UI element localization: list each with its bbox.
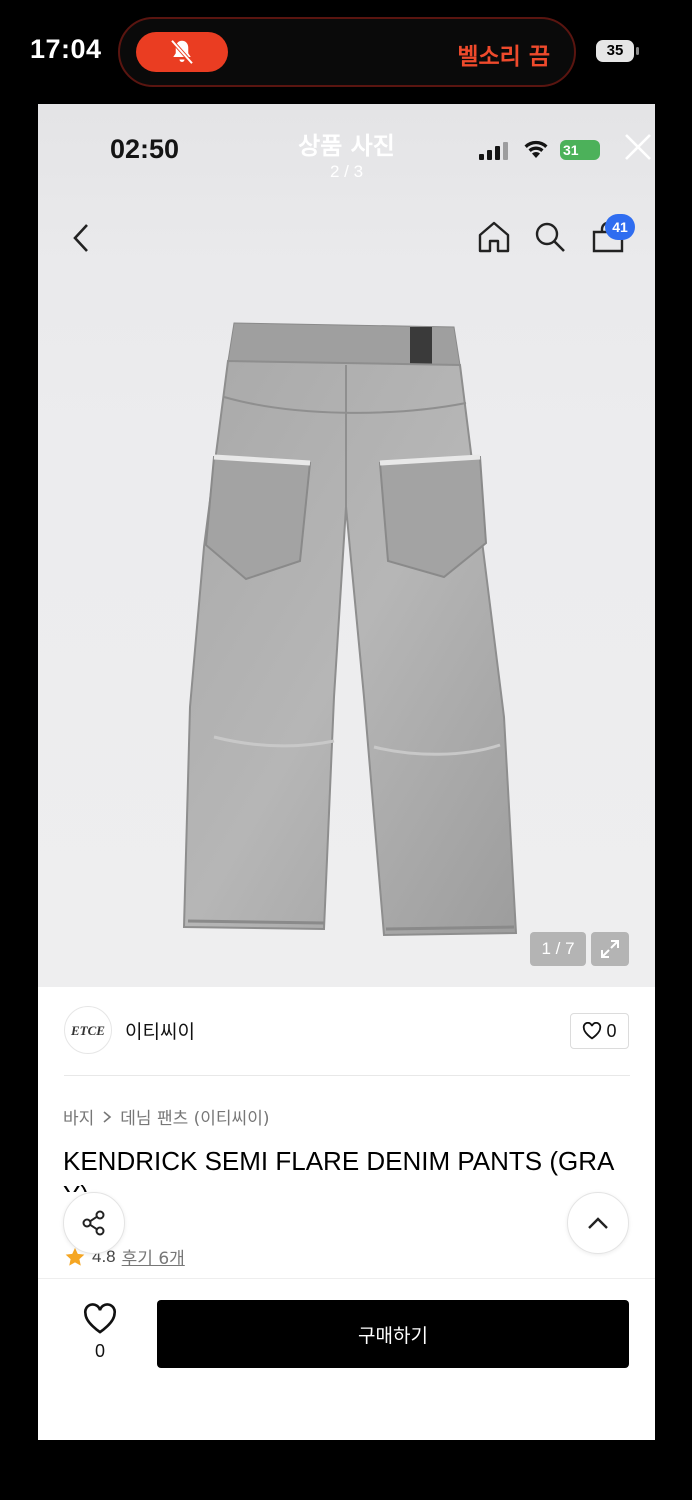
brand-name[interactable]: 이티씨이 [125,1017,195,1044]
device-status-bar: 17:04 벨소리 끔 35 [0,0,692,100]
close-icon[interactable] [623,132,653,162]
search-icon[interactable] [532,219,568,255]
divider [64,1075,630,1076]
review-link[interactable]: 후기 6개 [122,1244,185,1269]
breadcrumb-category[interactable]: 바지 [63,1104,94,1129]
expand-icon [601,940,619,958]
signal-icon [479,142,508,160]
breadcrumb-subcategory[interactable]: 데님 팬츠 (이티씨이) [120,1104,269,1129]
ringer-off-label: 벨소리 끔 [457,44,550,70]
device-time: 17:04 [30,34,102,64]
chevron-right-icon [103,1110,112,1123]
product-screen: 02:50 상품 사진 2 / 3 31 41 1 / 7 ETCE 이티씨이 … [38,104,655,1440]
brand-like-count: 0 [606,1020,617,1041]
wishlist-heart-icon[interactable] [82,1303,118,1335]
viewer-counter: 2 / 3 [329,162,364,181]
dynamic-island: 벨소리 끔 [118,17,576,87]
screenshot-battery-icon: 31 [560,140,600,160]
chevron-up-icon [588,1217,608,1229]
brand-logo[interactable]: ETCE [64,1006,112,1054]
share-icon [82,1210,105,1236]
photo-viewer: 02:50 상품 사진 2 / 3 31 41 1 / 7 [38,104,655,987]
buy-button[interactable]: 구매하기 [157,1300,629,1368]
image-counter: 1 / 7 [530,932,586,966]
bell-slash-icon [170,39,194,65]
ringer-off-pill [136,32,228,72]
home-icon[interactable] [476,219,512,255]
product-title: KENDRICK SEMI FLARE DENIM PANTS (GRAY) [63,1146,615,1192]
breadcrumb: 바지 데님 팬츠 (이티씨이) [63,1104,269,1129]
back-icon[interactable] [71,222,91,254]
scroll-top-button[interactable] [567,1192,629,1254]
share-button[interactable] [63,1192,125,1254]
wifi-icon [524,140,548,158]
battery-icon: 35 [596,40,639,62]
product-image[interactable] [174,317,524,937]
expand-button[interactable] [591,932,629,966]
brand-like-button[interactable]: 0 [570,1013,629,1049]
cart-count-badge: 41 [605,214,635,240]
purchase-bar: 0 구매하기 [38,1278,655,1440]
wishlist-count: 0 [94,1341,105,1361]
heart-icon [583,1022,602,1040]
